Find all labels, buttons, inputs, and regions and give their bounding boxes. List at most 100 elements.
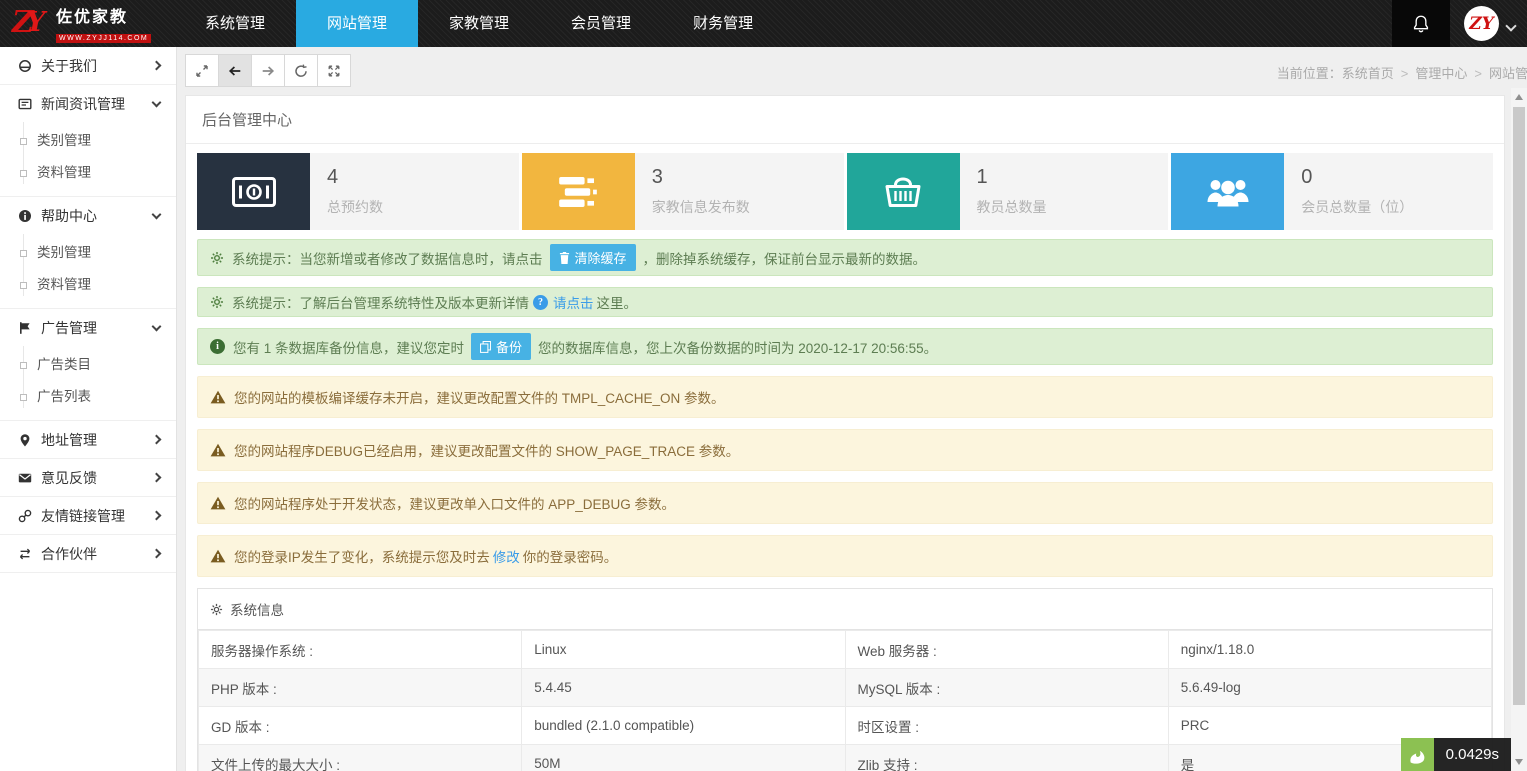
alert-text: ，删除掉系统缓存，保证前台显示最新的数据。 <box>643 248 927 268</box>
warning-icon <box>210 390 226 404</box>
alert-tmpl-cache: 您的网站的模板编译缓存未开启，建议更改配置文件的 TMPL_CACHE_ON 参… <box>197 376 1493 418</box>
stat-label: 教员总数量 <box>977 197 1047 217</box>
nav-spacer <box>784 0 1392 47</box>
stat-card-tutoring-posts: 3 家教信息发布数 <box>522 153 844 230</box>
clear-cache-button[interactable]: 清除缓存 <box>550 244 636 271</box>
news-icon <box>18 97 32 111</box>
breadcrumb-current[interactable]: 网站管理 <box>1489 66 1527 81</box>
sidebar-submenu: 类别管理 资料管理 <box>0 234 176 308</box>
stat-card-teachers: 1 教员总数量 <box>847 153 1169 230</box>
envelope-icon <box>18 471 32 485</box>
stat-value: 4 <box>327 166 383 189</box>
notifications-button[interactable] <box>1392 0 1450 47</box>
alert-text: 系统提示：了解后台管理系统特性及版本更新详情 <box>232 292 529 312</box>
sidebar-item-ads[interactable]: 广告管理 <box>0 309 176 346</box>
sidebar-item-partners[interactable]: 合作伙伴 <box>0 535 176 572</box>
sidebar-submenu: 类别管理 资料管理 <box>0 122 176 196</box>
nav-tab-finance[interactable]: 财务管理 <box>662 0 784 47</box>
stat-value: 1 <box>977 166 1047 189</box>
nav-tab-system[interactable]: 系统管理 <box>174 0 296 47</box>
stat-card-appointments: 4 总预约数 <box>197 153 519 230</box>
tab-toolbar: 当前位置：系统首页>管理中心>网站管理 <box>177 47 1527 95</box>
alert-text: 系统提示：当您新增或者修改了数据信息时，请点击 <box>232 248 543 268</box>
nav-back-button[interactable] <box>218 54 252 87</box>
sidebar-subitem-ad-list[interactable]: 广告列表 <box>0 381 176 413</box>
stat-value: 0 <box>1301 166 1413 189</box>
scroll-down-arrow[interactable] <box>1515 759 1523 765</box>
money-icon <box>232 177 276 207</box>
stat-label: 会员总数量（位） <box>1301 197 1413 217</box>
chevron-right-icon <box>152 473 162 483</box>
alert-text: 您的网站的模板编译缓存未开启，建议更改配置文件的 TMPL_CACHE_ON 参… <box>234 387 725 407</box>
alert-text: 这里。 <box>597 292 638 312</box>
about-icon <box>18 59 32 73</box>
stat-label: 总预约数 <box>327 197 383 217</box>
avatar[interactable]: ZY <box>1464 6 1499 41</box>
stat-card-members: 0 会员总数量（位） <box>1171 153 1493 230</box>
basket-icon <box>883 173 923 210</box>
sidebar-subitem-news-material[interactable]: 资料管理 <box>0 157 176 189</box>
backup-button[interactable]: 备份 <box>471 333 531 360</box>
alert-dev-mode: 您的网站程序处于开发状态，建议更改单入口文件的 APP_DEBUG 参数。 <box>197 482 1493 524</box>
sidebar-item-feedback[interactable]: 意见反馈 <box>0 459 176 496</box>
chevron-right-icon <box>152 435 162 445</box>
debug-time: 0.0429s <box>1434 738 1511 771</box>
change-password-link[interactable]: 修改 <box>493 546 520 566</box>
breadcrumb-admin-center[interactable]: 管理中心 <box>1415 66 1467 81</box>
refresh-button[interactable] <box>284 54 318 87</box>
warning-icon <box>210 443 226 457</box>
sidebar-item-news[interactable]: 新闻资讯管理 <box>0 85 176 122</box>
breadcrumb-prefix: 当前位置： <box>1277 66 1342 81</box>
sidebar-item-label: 帮助中心 <box>41 206 97 226</box>
sidebar-subitem-news-category[interactable]: 类别管理 <box>0 125 176 157</box>
gear-icon <box>210 251 224 265</box>
sidebar-subitem-ad-category[interactable]: 广告类目 <box>0 349 176 381</box>
map-pin-icon <box>18 433 32 447</box>
sidebar-item-label: 新闻资讯管理 <box>41 94 125 114</box>
avatar-logo-icon: ZY <box>1469 14 1494 34</box>
breadcrumb: 当前位置：系统首页>管理中心>网站管理 <box>1277 63 1527 82</box>
alert-debug-enabled: 您的网站程序DEBUG已经启用，建议更改配置文件的 SHOW_PAGE_TRAC… <box>197 429 1493 471</box>
nav-tab-website[interactable]: 网站管理 <box>296 0 418 47</box>
table-row: 文件上传的最大大小 :50M Zlib 支持 :是 <box>199 745 1492 771</box>
resize-diagonal-button[interactable] <box>185 54 219 87</box>
docs-link[interactable]: 请点击 <box>553 292 594 312</box>
debug-badge[interactable]: 0.0429s <box>1401 738 1511 771</box>
warning-icon <box>210 549 226 563</box>
gear-icon <box>210 295 224 309</box>
brand-subtitle: WWW.ZYJJ114.COM <box>56 34 151 43</box>
stat-value: 3 <box>652 166 750 189</box>
gear-icon <box>210 603 223 616</box>
sidebar-item-label: 地址管理 <box>41 430 97 450</box>
sidebar-item-label: 合作伙伴 <box>41 544 97 564</box>
nav-forward-button[interactable] <box>251 54 285 87</box>
exchange-icon <box>18 547 32 561</box>
scroll-up-arrow[interactable] <box>1515 94 1523 100</box>
help-icon <box>18 209 32 223</box>
sidebar-item-address[interactable]: 地址管理 <box>0 421 176 458</box>
nav-tab-member[interactable]: 会员管理 <box>540 0 662 47</box>
brand-logo[interactable]: ZY 佐优家教 WWW.ZYJJ114.COM <box>0 0 168 47</box>
warning-icon <box>210 496 226 510</box>
sidebar-subitem-help-category[interactable]: 类别管理 <box>0 237 176 269</box>
chevron-right-icon <box>152 549 162 559</box>
alert-login-ip: 您的登录IP发生了变化，系统提示您及时去 修改 你的登录密码。 <box>197 535 1493 577</box>
breadcrumb-home[interactable]: 系统首页 <box>1342 66 1394 81</box>
chevron-right-icon <box>152 61 162 71</box>
main-content: 当前位置：系统首页>管理中心>网站管理 后台管理中心 4 总预约数 <box>177 47 1527 771</box>
dashboard-panel: 后台管理中心 4 总预约数 3 <box>185 95 1505 771</box>
alerts: 系统提示：当您新增或者修改了数据信息时，请点击 清除缓存 ，删除掉系统缓存，保证… <box>186 239 1504 577</box>
scrollbar <box>1511 88 1527 771</box>
sidebar-item-label: 关于我们 <box>41 56 97 76</box>
chevron-down-icon[interactable] <box>1505 20 1516 31</box>
sidebar-item-about[interactable]: 关于我们 <box>0 47 176 84</box>
sidebar-subitem-help-material[interactable]: 资料管理 <box>0 269 176 301</box>
sidebar-item-help[interactable]: 帮助中心 <box>0 197 176 234</box>
question-circle-icon: ? <box>533 295 548 310</box>
sidebar-item-links[interactable]: 友情链接管理 <box>0 497 176 534</box>
fullscreen-button[interactable] <box>317 54 351 87</box>
nav-tab-tutoring[interactable]: 家教管理 <box>418 0 540 47</box>
scrollbar-thumb[interactable] <box>1513 107 1525 705</box>
alert-text: 您的数据库信息，您上次备份数据的时间为 2020-12-17 20:56:55。 <box>538 337 937 357</box>
alert-text: 您有 1 条数据库备份信息，建议您定时 <box>233 337 464 357</box>
